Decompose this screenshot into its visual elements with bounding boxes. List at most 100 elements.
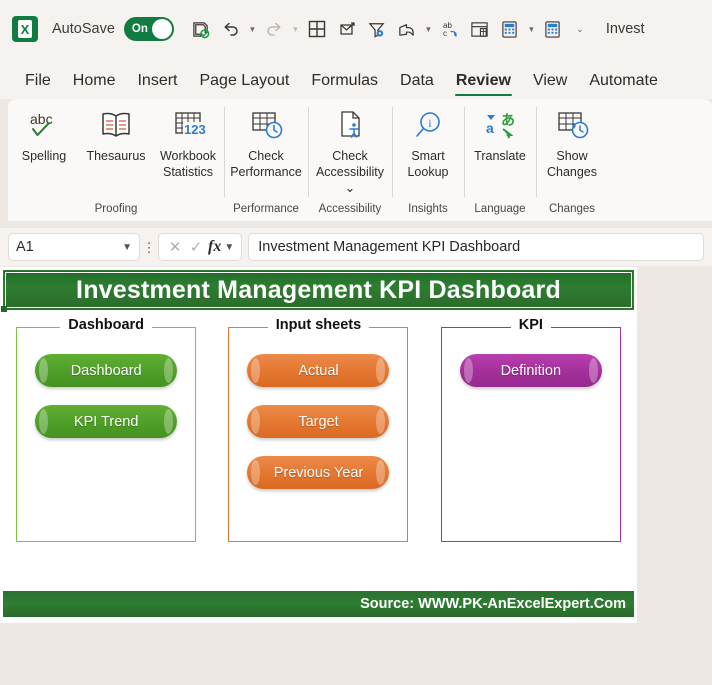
smart-lookup-icon: i bbox=[410, 107, 446, 145]
nav-button-actual[interactable]: Actual bbox=[247, 354, 390, 387]
nav-button-target-label: Target bbox=[298, 413, 339, 430]
autosave-toggle[interactable]: On bbox=[123, 17, 174, 41]
workbook-statistics-icon: 123 bbox=[169, 107, 207, 145]
nav-button-kpi-trend[interactable]: KPI Trend bbox=[35, 405, 178, 438]
smart-lookup-button[interactable]: i Smart Lookup bbox=[392, 105, 464, 180]
ribbon-group-title-changes: Changes bbox=[548, 203, 596, 215]
dashboard-title-banner[interactable]: Investment Management KPI Dashboard bbox=[1, 270, 634, 312]
show-changes-label: Show Changes bbox=[546, 149, 598, 179]
tab-view[interactable]: View bbox=[522, 72, 578, 99]
calculate-now-icon[interactable] bbox=[538, 14, 568, 44]
translate-label: Translate bbox=[474, 149, 526, 163]
enter-checkmark-icon[interactable]: ✓ bbox=[187, 238, 205, 256]
function-dropdown-caret-icon[interactable]: ▼ bbox=[224, 242, 234, 253]
translate-button[interactable]: aあ Translate bbox=[464, 105, 536, 164]
formula-input[interactable]: Investment Management KPI Dashboard bbox=[248, 233, 704, 261]
autosave-label: AutoSave bbox=[52, 21, 115, 37]
calculator-dropdown-caret-icon[interactable]: ▾ bbox=[525, 14, 538, 44]
tab-home[interactable]: Home bbox=[62, 72, 127, 99]
ribbon-group-performance: Check Performance Performance bbox=[224, 99, 308, 221]
nav-button-previous-year-label: Previous Year bbox=[273, 464, 364, 481]
tab-insert[interactable]: Insert bbox=[126, 72, 188, 99]
undo-icon[interactable] bbox=[216, 14, 246, 44]
attach-send-icon[interactable] bbox=[332, 14, 362, 44]
nav-button-dashboard-label: Dashboard bbox=[70, 362, 142, 379]
nav-button-dashboard[interactable]: Dashboard bbox=[35, 354, 178, 387]
workbook-statistics-label: Workbook Statistics bbox=[159, 149, 217, 179]
worksheet-area: Investment Management KPI Dashboard Dash… bbox=[0, 267, 637, 623]
ribbon-panel: abc Spelling Thesaurus 123 Workbook Stat… bbox=[8, 99, 712, 221]
nav-button-kpi-trend-label: KPI Trend bbox=[73, 413, 139, 430]
svg-text:c: c bbox=[443, 29, 447, 38]
ribbon-group-language: aあ Translate Language bbox=[464, 99, 536, 221]
excel-logo-icon: X bbox=[12, 16, 38, 42]
spelling-button[interactable]: abc Spelling bbox=[8, 105, 80, 164]
tab-file[interactable]: File bbox=[14, 72, 62, 99]
share-dropdown-caret-icon[interactable]: ▾ bbox=[422, 14, 435, 44]
thesaurus-book-icon bbox=[97, 107, 135, 145]
svg-text:123: 123 bbox=[184, 122, 206, 137]
check-performance-button[interactable]: Check Performance bbox=[224, 105, 308, 180]
autosave-state-label: On bbox=[131, 23, 148, 35]
svg-text:あ: あ bbox=[501, 112, 515, 128]
check-accessibility-button[interactable]: Check Accessibility ⌄ bbox=[308, 105, 392, 196]
workbook-statistics-button[interactable]: 123 Workbook Statistics bbox=[152, 105, 224, 180]
tab-review[interactable]: Review bbox=[445, 72, 522, 99]
nav-button-definition[interactable]: Definition bbox=[459, 354, 602, 387]
ribbon-group-changes: Show Changes Changes bbox=[536, 99, 608, 221]
nav-button-target[interactable]: Target bbox=[247, 405, 390, 438]
show-changes-button[interactable]: Show Changes bbox=[536, 105, 608, 180]
ribbon-group-insights: i Smart Lookup Insights bbox=[392, 99, 464, 221]
excel-window: X AutoSave On ▾ ▾ ▾ ab c ▾ ⌄ Invest File… bbox=[0, 0, 712, 685]
tab-page-layout[interactable]: Page Layout bbox=[188, 72, 300, 99]
nav-button-previous-year[interactable]: Previous Year bbox=[247, 456, 390, 489]
redo-icon[interactable] bbox=[259, 14, 289, 44]
ribbon-group-title-insights: Insights bbox=[408, 203, 448, 215]
name-box-dropdown-caret-icon[interactable]: ▼ bbox=[122, 242, 132, 253]
ribbon-group-title-performance: Performance bbox=[233, 203, 299, 215]
panel-box-kpi: Definition bbox=[440, 327, 621, 542]
document-title: Invest bbox=[605, 21, 645, 37]
tab-automate[interactable]: Automate bbox=[578, 72, 668, 99]
undo-dropdown-caret-icon[interactable]: ▾ bbox=[246, 14, 259, 44]
panel-label-input-sheets: Input sheets bbox=[267, 317, 370, 333]
svg-text:abc: abc bbox=[30, 111, 53, 127]
filter-settings-icon[interactable] bbox=[362, 14, 392, 44]
check-accessibility-icon bbox=[331, 107, 369, 145]
ribbon-group-proofing: abc Spelling Thesaurus 123 Workbook Stat… bbox=[8, 99, 224, 221]
thesaurus-button[interactable]: Thesaurus bbox=[80, 105, 152, 164]
table-grid-icon[interactable] bbox=[302, 14, 332, 44]
source-footer: Source: WWW.PK-AnExcelExpert.Com bbox=[3, 591, 634, 617]
freeze-panes-icon[interactable] bbox=[465, 14, 495, 44]
save-icon[interactable] bbox=[186, 14, 216, 44]
tab-data[interactable]: Data bbox=[389, 72, 445, 99]
cancel-icon[interactable]: ✕ bbox=[166, 238, 184, 256]
ribbon-group-accessibility: Check Accessibility ⌄ Accessibility bbox=[308, 99, 392, 221]
calculator-icon[interactable] bbox=[495, 14, 525, 44]
spelling-label: Spelling bbox=[21, 149, 67, 163]
customize-qat-icon[interactable]: ⌄ bbox=[568, 14, 592, 44]
show-changes-icon bbox=[553, 107, 591, 145]
ribbon-group-title-language: Language bbox=[474, 203, 526, 215]
ribbon-group-title-proofing: Proofing bbox=[94, 203, 138, 215]
ribbon-group-title-accessibility: Accessibility bbox=[318, 203, 382, 215]
title-bar: X AutoSave On ▾ ▾ ▾ ab c ▾ ⌄ Invest bbox=[0, 0, 712, 58]
nav-button-definition-label: Definition bbox=[500, 362, 562, 379]
share-icon[interactable] bbox=[392, 14, 422, 44]
smart-lookup-label: Smart Lookup bbox=[407, 149, 449, 179]
panel-label-dashboard: Dashboard bbox=[60, 317, 153, 333]
formula-bar-more-icon[interactable]: ⋮ bbox=[140, 241, 158, 254]
navigation-panels: Dashboard Dashboard KPI Trend Input shee… bbox=[0, 317, 637, 577]
name-box[interactable]: A1 ▼ bbox=[8, 233, 140, 261]
nav-button-actual-label: Actual bbox=[298, 362, 339, 379]
tab-formulas[interactable]: Formulas bbox=[300, 72, 389, 99]
redo-dropdown-caret-icon[interactable]: ▾ bbox=[289, 14, 302, 44]
spelling-icon[interactable]: ab c bbox=[435, 14, 465, 44]
source-text: Source: WWW.PK-AnExcelExpert.Com bbox=[360, 596, 626, 612]
formula-actions: ✕ ✓ fx ▼ bbox=[158, 233, 243, 261]
quick-access-toolbar: ▾ ▾ ▾ ab c ▾ ⌄ bbox=[186, 14, 592, 44]
toggle-knob bbox=[151, 19, 172, 39]
panel-input-sheets: Input sheets Actual Target Previous Year bbox=[228, 317, 409, 542]
panel-box-dashboard: Dashboard KPI Trend bbox=[16, 327, 197, 542]
insert-function-icon[interactable]: fx bbox=[208, 238, 221, 256]
